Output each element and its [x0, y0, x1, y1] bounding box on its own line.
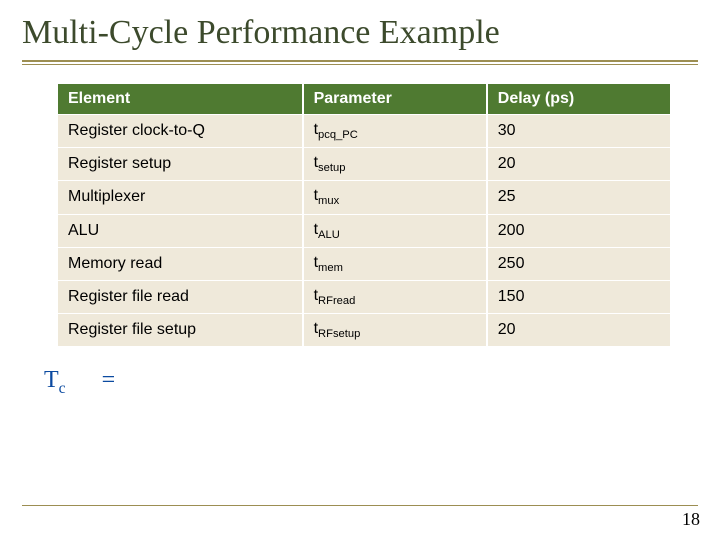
th-parameter: Parameter: [303, 84, 487, 115]
title-underline: [22, 60, 698, 65]
formula-lhs-sub: c: [59, 380, 66, 397]
cell-delay: 20: [487, 314, 671, 347]
cell-parameter: tRFread: [303, 280, 487, 313]
page-number: 18: [682, 509, 700, 530]
cell-parameter: tmem: [303, 247, 487, 280]
cell-parameter: tALU: [303, 214, 487, 247]
table-row: Register file read tRFread 150: [57, 280, 671, 313]
table-row: ALU tALU 200: [57, 214, 671, 247]
formula-lhs-base: T: [44, 367, 59, 393]
cell-element: Register file setup: [57, 314, 303, 347]
table-row: Multiplexer tmux 25: [57, 181, 671, 214]
cell-delay: 150: [487, 280, 671, 313]
cell-delay: 30: [487, 115, 671, 148]
page-title: Multi-Cycle Performance Example: [0, 0, 720, 60]
cell-element: Register file read: [57, 280, 303, 313]
cell-element: Register setup: [57, 148, 303, 181]
cell-delay: 250: [487, 247, 671, 280]
cell-parameter: tmux: [303, 181, 487, 214]
timing-table: Element Parameter Delay (ps) Register cl…: [56, 83, 672, 347]
cell-delay: 25: [487, 181, 671, 214]
tc-formula: Tc =: [44, 367, 720, 398]
table-row: Register setup tsetup 20: [57, 148, 671, 181]
cell-parameter: tRFsetup: [303, 314, 487, 347]
th-delay: Delay (ps): [487, 84, 671, 115]
table-row: Register file setup tRFsetup 20: [57, 314, 671, 347]
footer-divider: [22, 505, 698, 506]
formula-eq: =: [102, 367, 116, 393]
cell-parameter: tpcq_PC: [303, 115, 487, 148]
table-header-row: Element Parameter Delay (ps): [57, 84, 671, 115]
table-row: Memory read tmem 250: [57, 247, 671, 280]
table-row: Register clock-to-Q tpcq_PC 30: [57, 115, 671, 148]
cell-delay: 20: [487, 148, 671, 181]
th-element: Element: [57, 84, 303, 115]
cell-element: Memory read: [57, 247, 303, 280]
cell-element: Register clock-to-Q: [57, 115, 303, 148]
timing-table-wrap: Element Parameter Delay (ps) Register cl…: [56, 83, 672, 347]
cell-parameter: tsetup: [303, 148, 487, 181]
cell-element: Multiplexer: [57, 181, 303, 214]
cell-element: ALU: [57, 214, 303, 247]
cell-delay: 200: [487, 214, 671, 247]
